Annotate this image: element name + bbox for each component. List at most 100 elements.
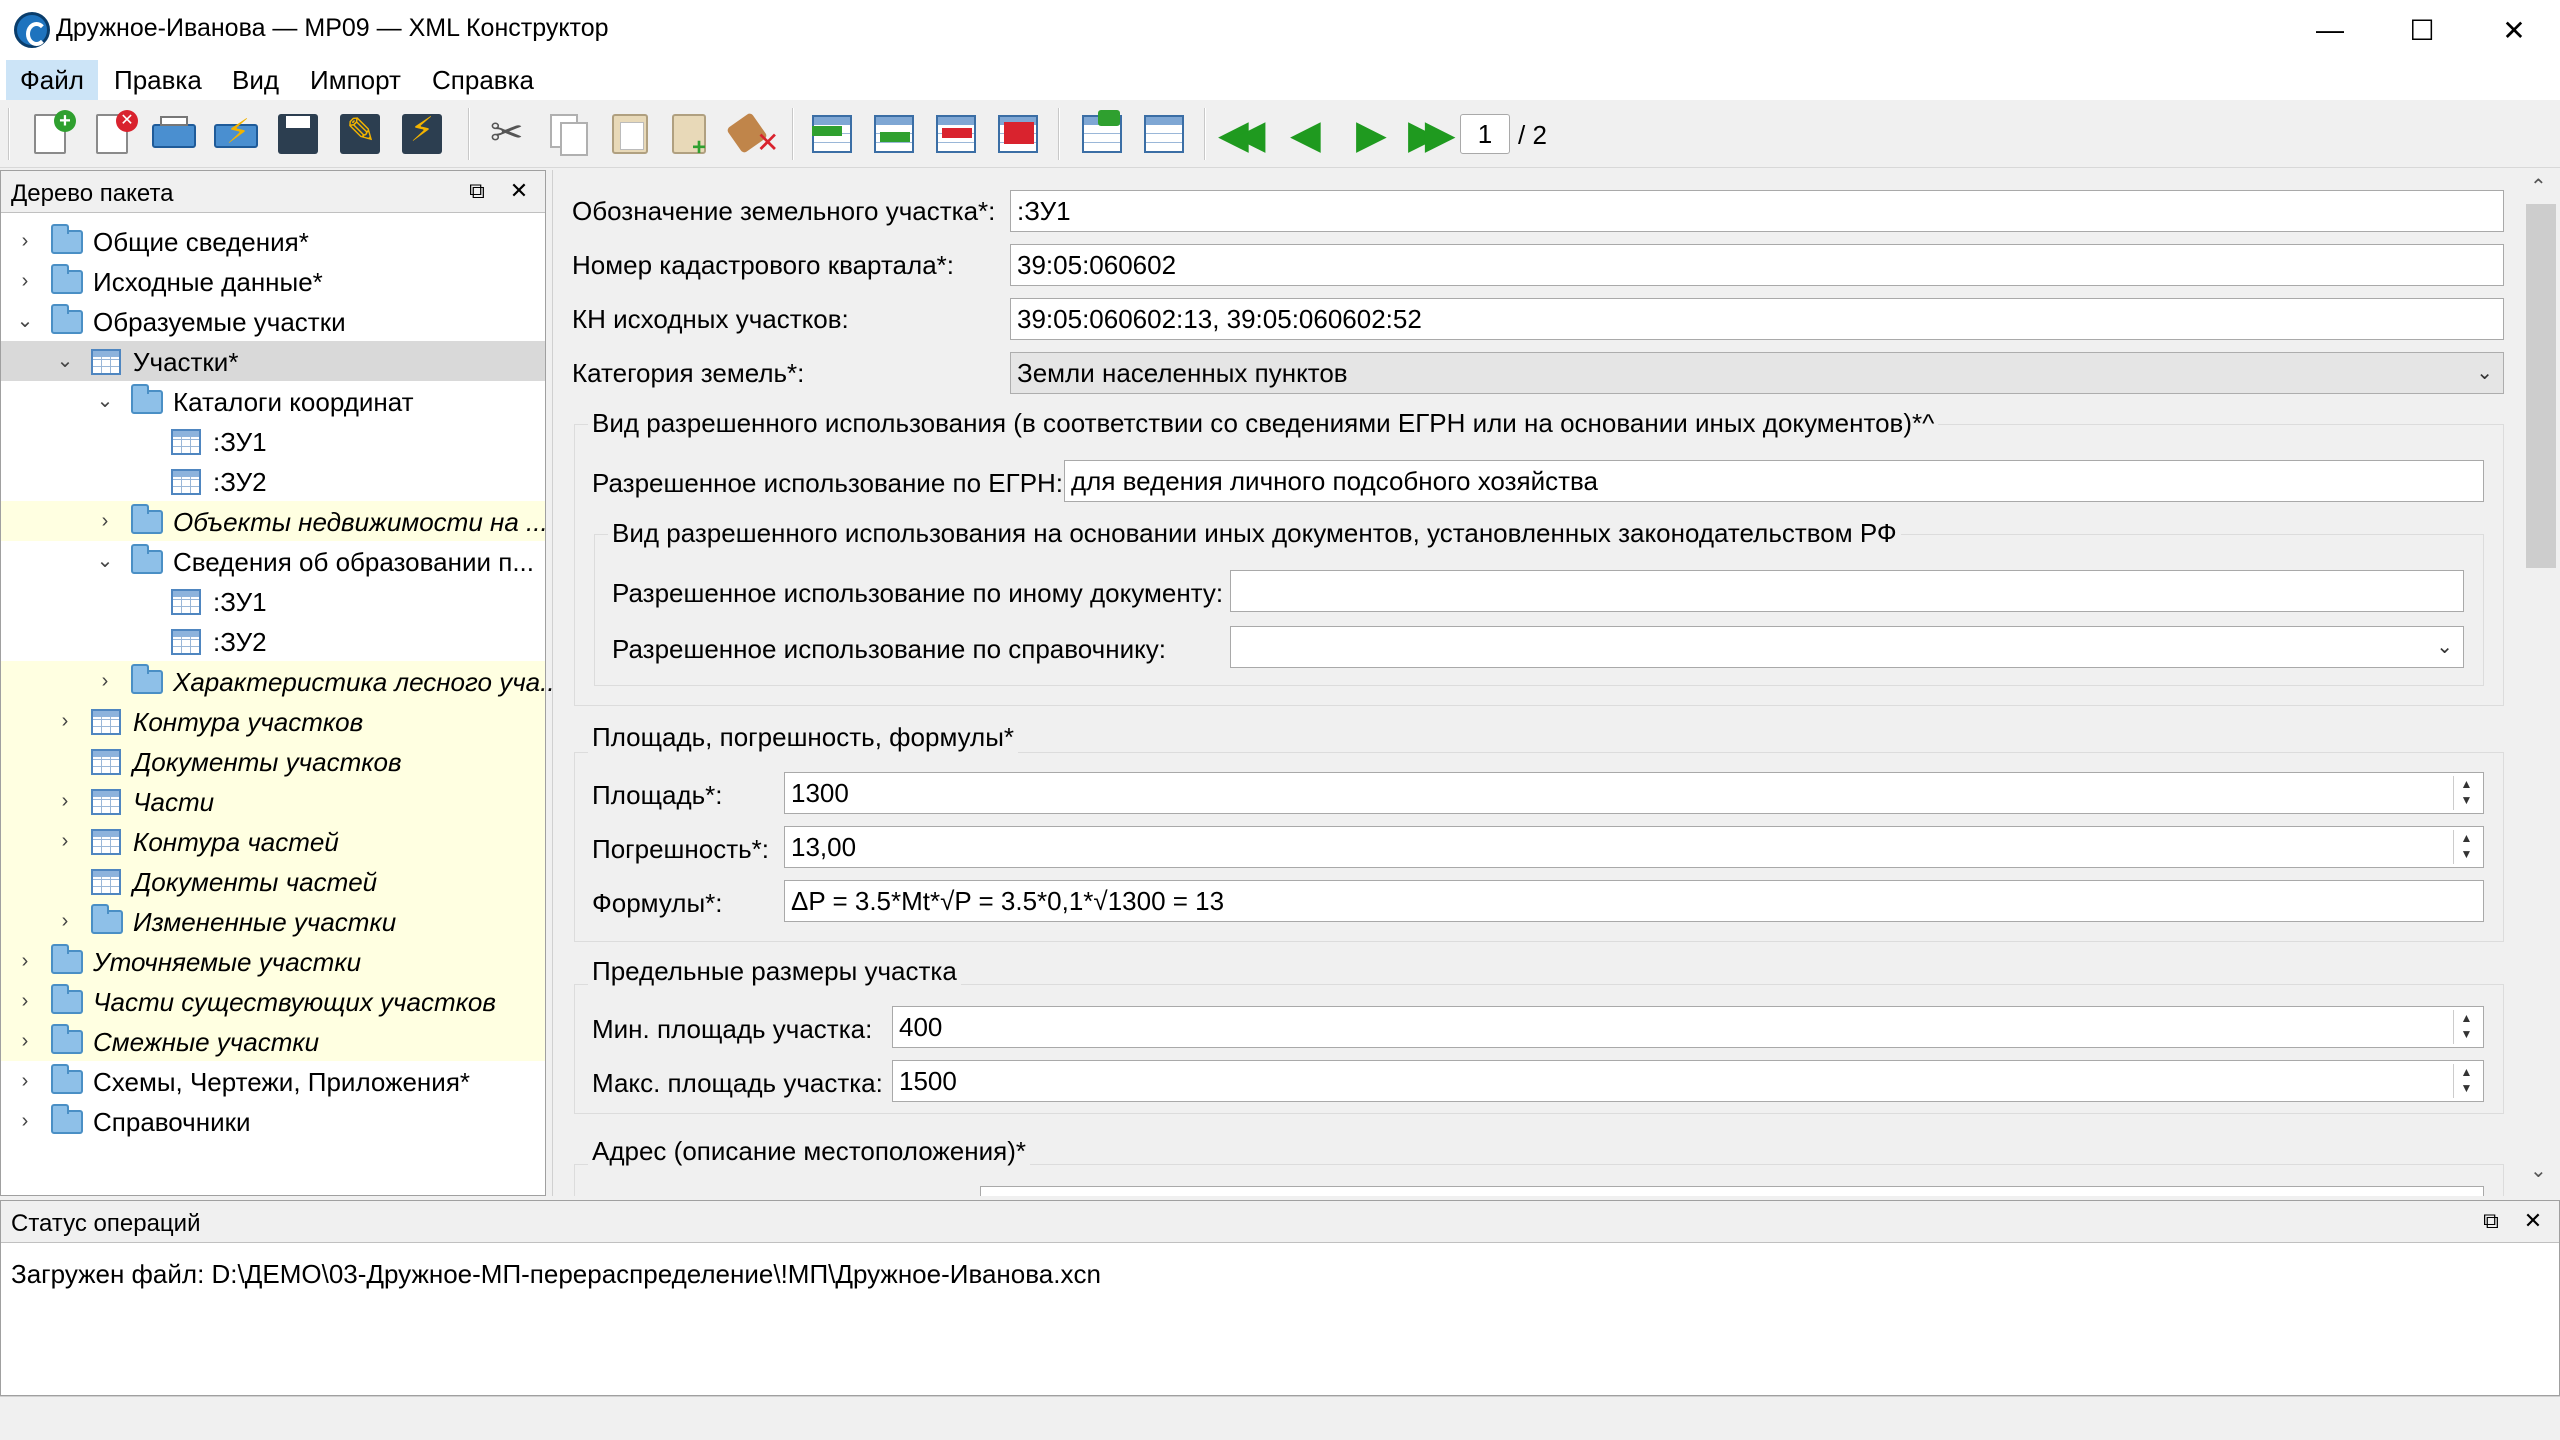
quarter-input[interactable]: 39:05:060602: [1010, 244, 2504, 286]
other-doc-use-input[interactable]: [1230, 570, 2464, 612]
folder-icon: [131, 544, 163, 574]
tree-node-catalog-zu1[interactable]: :ЗУ1: [1, 421, 545, 461]
chevron-right-icon[interactable]: ›: [95, 671, 115, 691]
menu-view[interactable]: Вид: [218, 60, 293, 100]
spin-arrows-icon[interactable]: ▲ ▼: [2453, 1064, 2479, 1098]
tree-node-existing-parts[interactable]: › Части существующих участков: [1, 981, 545, 1021]
tree-node-parcel-documents[interactable]: Документы участков: [1, 741, 545, 781]
max-area-spinbox[interactable]: 1500 ▲ ▼: [892, 1060, 2484, 1102]
folder-icon: [51, 1104, 83, 1134]
scroll-down-icon[interactable]: ⌄: [2530, 1158, 2547, 1183]
tree-node-part-contours[interactable]: › Контура частей: [1, 821, 545, 861]
new-file-button[interactable]: +: [28, 110, 76, 158]
page-number-input[interactable]: 1: [1460, 114, 1510, 154]
chevron-right-icon[interactable]: ›: [95, 511, 115, 531]
tree-node-schemes[interactable]: › Схемы, Чертежи, Приложения*: [1, 1061, 545, 1101]
chevron-right-icon[interactable]: ›: [55, 711, 75, 731]
previous-page-button[interactable]: ◀: [1282, 110, 1330, 158]
sign-button[interactable]: ⚡: [398, 110, 446, 158]
chevron-right-icon[interactable]: ›: [55, 831, 75, 851]
spin-arrows-icon[interactable]: ▲ ▼: [2453, 1010, 2479, 1044]
tree-node-references[interactable]: › Справочники: [1, 1101, 545, 1141]
tree-node-parcels[interactable]: ⌄ Участки*: [1, 341, 545, 381]
close-panel-icon[interactable]: ✕: [505, 177, 533, 205]
first-page-button[interactable]: ◀◀: [1218, 110, 1266, 158]
delete-row-button[interactable]: [932, 110, 980, 158]
import-table-button[interactable]: [1078, 110, 1126, 158]
last-page-button[interactable]: ▶▶: [1404, 110, 1455, 158]
tree-node-formation-info[interactable]: ⌄ Сведения об образовании п...: [1, 541, 545, 581]
address-input[interactable]: [980, 1186, 2484, 1196]
chevron-down-icon[interactable]: ⌄: [15, 311, 35, 331]
tree-node-general[interactable]: › Общие сведения*: [1, 221, 545, 261]
chevron-right-icon[interactable]: ›: [55, 911, 75, 931]
spin-arrows-icon[interactable]: ▲ ▼: [2453, 830, 2479, 864]
paste-button[interactable]: [606, 110, 654, 158]
close-window-button[interactable]: ✕: [2468, 0, 2560, 60]
chevron-right-icon[interactable]: ›: [15, 231, 35, 251]
tree-node-refined-parcels[interactable]: › Уточняемые участки: [1, 941, 545, 981]
save-button[interactable]: [274, 110, 322, 158]
chevron-right-icon[interactable]: ›: [15, 1111, 35, 1131]
tree-node-part-documents[interactable]: Документы частей: [1, 861, 545, 901]
float-panel-icon[interactable]: ⧉: [463, 177, 491, 205]
clear-button[interactable]: ✕: [726, 110, 779, 158]
area-spinbox[interactable]: 1300 ▲ ▼: [784, 772, 2484, 814]
spin-arrows-icon[interactable]: ▲ ▼: [2453, 776, 2479, 810]
tree-node-source-data[interactable]: › Исходные данные*: [1, 261, 545, 301]
chevron-down-icon[interactable]: ⌄: [95, 551, 115, 571]
menu-edit[interactable]: Правка: [100, 60, 216, 100]
form-scrollbar[interactable]: ⌃ ⌄: [2522, 170, 2560, 1196]
validate-button[interactable]: ⚡: [212, 110, 260, 158]
chevron-right-icon[interactable]: ›: [15, 951, 35, 971]
chevron-right-icon[interactable]: ›: [15, 1031, 35, 1051]
land-category-select[interactable]: Земли населенных пунктов ⌄: [1010, 352, 2504, 394]
egrn-use-input[interactable]: для ведения личного подсобного хозяйства: [1064, 460, 2484, 502]
menu-file[interactable]: Файл: [6, 60, 98, 100]
insert-row-before-button[interactable]: [808, 110, 856, 158]
tree-node-parts[interactable]: › Части: [1, 781, 545, 821]
designation-input[interactable]: :ЗУ1: [1010, 190, 2504, 232]
error-spinbox[interactable]: 13,00 ▲ ▼: [784, 826, 2484, 868]
tree-node-formation-zu2[interactable]: :ЗУ2: [1, 621, 545, 661]
chevron-right-icon[interactable]: ›: [15, 991, 35, 1011]
cut-button[interactable]: ✂: [484, 110, 532, 158]
table-view-button[interactable]: [1140, 110, 1188, 158]
maximize-button[interactable]: ☐: [2376, 0, 2468, 60]
coordinates-table-icon: [171, 429, 201, 455]
formula-input[interactable]: ΔP = 3.5*Mt*√P = 3.5*0,1*√1300 = 13: [784, 880, 2484, 922]
save-as-button[interactable]: ✎: [336, 110, 384, 158]
tree-node-catalog-zu2[interactable]: :ЗУ2: [1, 461, 545, 501]
scroll-up-icon[interactable]: ⌃: [2530, 174, 2547, 199]
print-button[interactable]: [150, 110, 198, 158]
tree-node-forest-characteristics[interactable]: › Характеристика лесного уча...: [1, 661, 562, 701]
close-panel-icon[interactable]: ✕: [2519, 1207, 2547, 1235]
min-area-spinbox[interactable]: 400 ▲ ▼: [892, 1006, 2484, 1048]
paste-new-button[interactable]: +: [668, 110, 716, 161]
tree-node-changed-parcels[interactable]: › Измененные участки: [1, 901, 545, 941]
tree-node-real-estate-objects[interactable]: › Объекты недвижимости на ...: [1, 501, 548, 541]
tree-node-label: Контура частей: [133, 827, 339, 857]
float-panel-icon[interactable]: ⧉: [2477, 1207, 2505, 1235]
tree-node-coordinate-catalogs[interactable]: ⌄ Каталоги координат: [1, 381, 545, 421]
chevron-down-icon[interactable]: ⌄: [95, 391, 115, 411]
chevron-right-icon[interactable]: ›: [15, 1071, 35, 1091]
chevron-right-icon[interactable]: ›: [15, 271, 35, 291]
tree-node-formed-parcels[interactable]: ⌄ Образуемые участки: [1, 301, 545, 341]
next-page-button[interactable]: ▶: [1344, 110, 1392, 158]
close-file-button[interactable]: ✕: [90, 110, 138, 158]
menu-import[interactable]: Импорт: [296, 60, 415, 100]
delete-all-rows-button[interactable]: [994, 110, 1042, 158]
tree-node-adjacent-parcels[interactable]: › Смежные участки: [1, 1021, 545, 1061]
chevron-down-icon[interactable]: ⌄: [55, 351, 75, 371]
chevron-right-icon[interactable]: ›: [55, 791, 75, 811]
tree-node-parcel-contours[interactable]: › Контура участков: [1, 701, 545, 741]
copy-button[interactable]: [546, 110, 594, 158]
scrollbar-thumb[interactable]: [2526, 204, 2556, 568]
minimize-button[interactable]: —: [2284, 0, 2376, 60]
tree-node-formation-zu1[interactable]: :ЗУ1: [1, 581, 545, 621]
source-parcels-input[interactable]: 39:05:060602:13, 39:05:060602:52: [1010, 298, 2504, 340]
insert-row-after-button[interactable]: [870, 110, 918, 158]
reference-use-select[interactable]: ⌄: [1230, 626, 2464, 668]
menu-help[interactable]: Справка: [418, 60, 548, 100]
